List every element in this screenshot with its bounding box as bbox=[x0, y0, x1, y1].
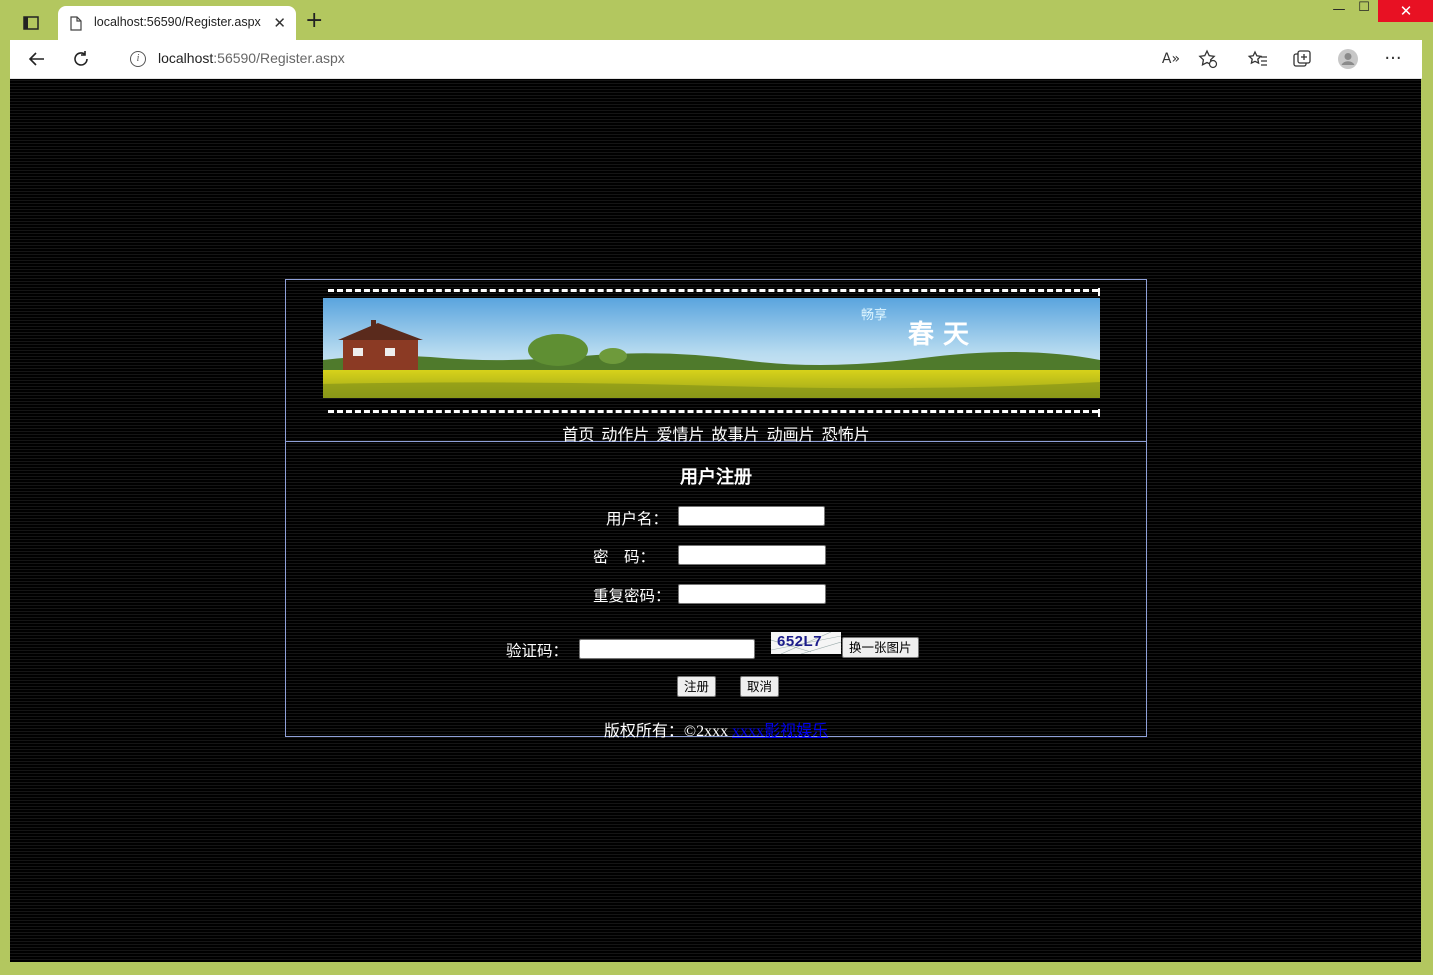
captcha-label: 验证码： bbox=[506, 642, 569, 660]
tab-title: localhost:56590/Register.aspx bbox=[94, 15, 261, 29]
header: 畅享 春 天 首页 动作片 爱情片 故事片 动画片 恐怖片 bbox=[286, 280, 1146, 445]
nav-item-animation[interactable]: 动画片 bbox=[767, 425, 815, 444]
captcha-image: 652L7 bbox=[771, 632, 841, 654]
banner-image: 畅享 春 天 bbox=[323, 298, 1100, 398]
window-close-button[interactable]: ✕ bbox=[1378, 0, 1433, 22]
new-tab-button[interactable]: + bbox=[305, 10, 323, 32]
profile-icon[interactable] bbox=[1337, 48, 1359, 70]
nav-item-home[interactable]: 首页 bbox=[562, 425, 594, 444]
nav-item-action[interactable]: 动作片 bbox=[601, 425, 649, 444]
favorites-icon[interactable] bbox=[1247, 48, 1269, 70]
cancel-button[interactable]: 取消 bbox=[740, 676, 780, 697]
password-label: 密 码： bbox=[593, 548, 656, 566]
add-favorite-icon[interactable] bbox=[1197, 48, 1219, 70]
dashed-divider-top bbox=[328, 289, 1098, 292]
close-icon[interactable]: ✕ bbox=[273, 14, 286, 32]
read-aloud-icon[interactable]: A» bbox=[1160, 48, 1182, 70]
register-button[interactable]: 注册 bbox=[677, 676, 717, 697]
banner-text-big: 春 天 bbox=[908, 320, 969, 350]
username-input[interactable] bbox=[678, 506, 825, 526]
refresh-captcha-button[interactable]: 换一张图片 bbox=[842, 637, 919, 658]
browser-titlebar: localhost:56590/Register.aspx ✕ + — ☐ ✕ bbox=[0, 0, 1433, 40]
repeat-password-label: 重复密码： bbox=[593, 587, 671, 605]
divider-end-mark bbox=[1098, 409, 1100, 417]
footer: 版权所有：©2xxx xxxx影视娱乐 bbox=[286, 717, 1146, 741]
browser-toolbar: i localhost:56590/Register.aspx A» ··· bbox=[10, 40, 1422, 79]
page-icon bbox=[70, 16, 82, 31]
password-input[interactable] bbox=[678, 545, 826, 565]
address-bar[interactable]: i localhost:56590/Register.aspx bbox=[120, 44, 1210, 74]
page-viewport: 畅享 春 天 首页 动作片 爱情片 故事片 动画片 恐怖片 用户注册 用户名： … bbox=[10, 79, 1421, 962]
nav-item-romance[interactable]: 爱情片 bbox=[656, 425, 704, 444]
username-label: 用户名： bbox=[606, 510, 669, 528]
url-text: localhost:56590/Register.aspx bbox=[158, 50, 345, 66]
nav-item-story[interactable]: 故事片 bbox=[712, 425, 760, 444]
nav-item-horror[interactable]: 恐怖片 bbox=[822, 425, 870, 444]
copyright-text: 版权所有：©2xxx bbox=[603, 723, 729, 740]
captcha-code: 652L7 bbox=[777, 633, 823, 650]
nav-menu: 首页 动作片 爱情片 故事片 动画片 恐怖片 bbox=[286, 421, 1146, 445]
info-icon[interactable]: i bbox=[130, 51, 146, 67]
main-container: 畅享 春 天 首页 动作片 爱情片 故事片 动画片 恐怖片 用户注册 用户名： … bbox=[285, 279, 1147, 740]
tab-actions-icon[interactable] bbox=[22, 14, 40, 32]
window-frame-bottom bbox=[0, 962, 1433, 975]
dashed-divider-bottom bbox=[328, 410, 1098, 413]
browser-tab[interactable]: localhost:56590/Register.aspx ✕ bbox=[58, 6, 296, 40]
repeat-password-input[interactable] bbox=[678, 584, 826, 604]
form-title: 用户注册 bbox=[680, 467, 752, 488]
divider-end-mark bbox=[1098, 288, 1100, 296]
footer-link[interactable]: xxxx影视娱乐 bbox=[732, 723, 828, 740]
captcha-input[interactable] bbox=[579, 639, 755, 659]
refresh-icon[interactable] bbox=[70, 48, 92, 70]
banner-text-small: 畅享 bbox=[861, 307, 887, 323]
back-icon[interactable] bbox=[26, 48, 48, 70]
collections-icon[interactable] bbox=[1291, 48, 1313, 70]
more-icon[interactable]: ··· bbox=[1382, 48, 1404, 70]
